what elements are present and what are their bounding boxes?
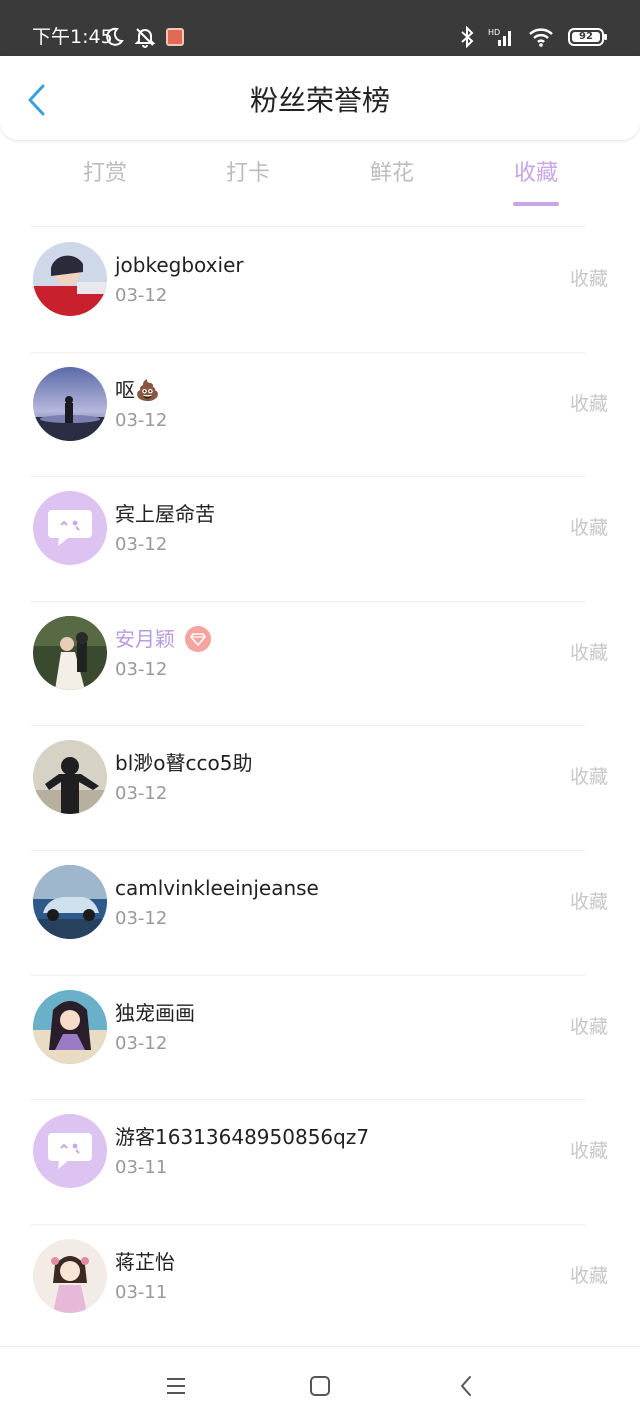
fan-date: 03-12 (115, 285, 168, 306)
list-item[interactable]: 蒋芷怡 03-11 收藏 (0, 1225, 640, 1350)
bluetooth-icon (460, 26, 474, 48)
status-left-icons (104, 24, 184, 50)
status-bar: 下午1:45 HD 92 (0, 0, 640, 56)
list-item[interactable]: bl渺o瞽cco5助 03-12 收藏 (0, 726, 640, 851)
list-item[interactable]: 安月颖 03-12 收藏 (0, 602, 640, 727)
fan-name: bl渺o瞽cco5助 (115, 751, 253, 776)
fan-list: jobkegboxier 03-12 收藏 呕💩 03-12 收藏 宾上屋命苦 … (0, 228, 640, 1350)
favorite-label: 收藏 (569, 517, 608, 540)
tab-bar: 打赏 打卡 鲜花 收藏 (0, 150, 640, 210)
tab-checkin[interactable]: 打卡 (176, 150, 320, 198)
menu-icon (167, 1378, 185, 1394)
list-item[interactable]: 游客16313648950856qz7 03-11 收藏 (0, 1100, 640, 1225)
tab-active-indicator (513, 202, 559, 206)
avatar[interactable] (33, 740, 107, 815)
fan-name: jobkegboxier (115, 253, 244, 277)
favorite-label: 收藏 (569, 766, 608, 789)
avatar[interactable] (33, 1238, 107, 1313)
list-item[interactable]: 独宠画画 03-12 收藏 (0, 976, 640, 1101)
chat-bubble-icon (48, 1133, 92, 1170)
avatar[interactable] (33, 989, 107, 1064)
favorite-label: 收藏 (569, 890, 608, 913)
home-button[interactable] (305, 1371, 335, 1401)
list-item[interactable]: 宾上屋命苦 03-12 收藏 (0, 477, 640, 602)
tab-flowers[interactable]: 鲜花 (320, 150, 464, 198)
fan-date: 03-11 (115, 1281, 168, 1303)
status-time: 下午1:45 (32, 26, 113, 48)
fan-date: 03-12 (115, 1032, 168, 1054)
avatar[interactable] (33, 1114, 107, 1189)
fan-date: 03-12 (115, 658, 168, 680)
app-header: 粉丝荣誉榜 (0, 56, 640, 140)
fan-name: 安月颖 (115, 626, 175, 651)
battery-icon: 92 (568, 28, 607, 46)
battery-level: 92 (579, 31, 593, 42)
fan-date: 03-12 (115, 907, 168, 929)
fan-name: 宾上屋命苦 (115, 502, 215, 527)
fan-date: 03-11 (115, 1157, 168, 1179)
tab-favorites[interactable]: 收藏 (464, 150, 608, 198)
fan-name: 蒋芷怡 (115, 1249, 175, 1274)
app-notification-icon (166, 28, 184, 46)
favorite-label: 收藏 (569, 268, 608, 290)
system-nav-bar (0, 1346, 640, 1422)
chat-bubble-icon (48, 510, 92, 547)
menu-button[interactable] (161, 1371, 191, 1401)
favorite-label: 收藏 (569, 1015, 608, 1038)
fan-name: camlvinkleeinjeanse (115, 875, 319, 900)
tab-reward[interactable]: 打赏 (33, 150, 177, 198)
fan-name: 独宠画画 (115, 1000, 195, 1025)
avatar[interactable] (33, 864, 107, 939)
bell-off-icon (134, 26, 156, 48)
list-item[interactable]: camlvinkleeinjeanse 03-12 收藏 (0, 851, 640, 976)
tabs-divider (30, 226, 586, 227)
system-back-button[interactable] (451, 1371, 481, 1401)
avatar[interactable] (33, 615, 107, 690)
avatar[interactable] (33, 491, 107, 566)
list-item[interactable]: 呕💩 03-12 收藏 (0, 353, 640, 478)
favorite-label: 收藏 (569, 392, 608, 415)
page-title: 粉丝荣誉榜 (249, 84, 390, 117)
avatar[interactable] (33, 242, 107, 316)
favorite-label: 收藏 (569, 641, 608, 664)
svg-text:HD: HD (488, 28, 500, 37)
favorite-label: 收藏 (569, 1140, 608, 1163)
fan-date: 03-12 (115, 409, 168, 431)
favorite-label: 收藏 (569, 1264, 608, 1287)
wifi-icon (528, 26, 554, 48)
avatar[interactable] (33, 366, 107, 441)
fan-name: 呕💩 (115, 377, 160, 402)
diamond-badge-icon (185, 625, 211, 652)
fan-name: 游客16313648950856qz7 (115, 1125, 370, 1150)
home-square-icon (310, 1376, 330, 1396)
status-right-icons: HD 92 (460, 24, 607, 50)
list-item[interactable]: jobkegboxier 03-12 收藏 (0, 228, 640, 353)
signal-hd-icon: HD (488, 26, 514, 48)
fan-date: 03-12 (115, 783, 168, 805)
back-triangle-icon (461, 1376, 471, 1396)
moon-icon (104, 27, 124, 47)
fan-date: 03-12 (115, 534, 168, 556)
